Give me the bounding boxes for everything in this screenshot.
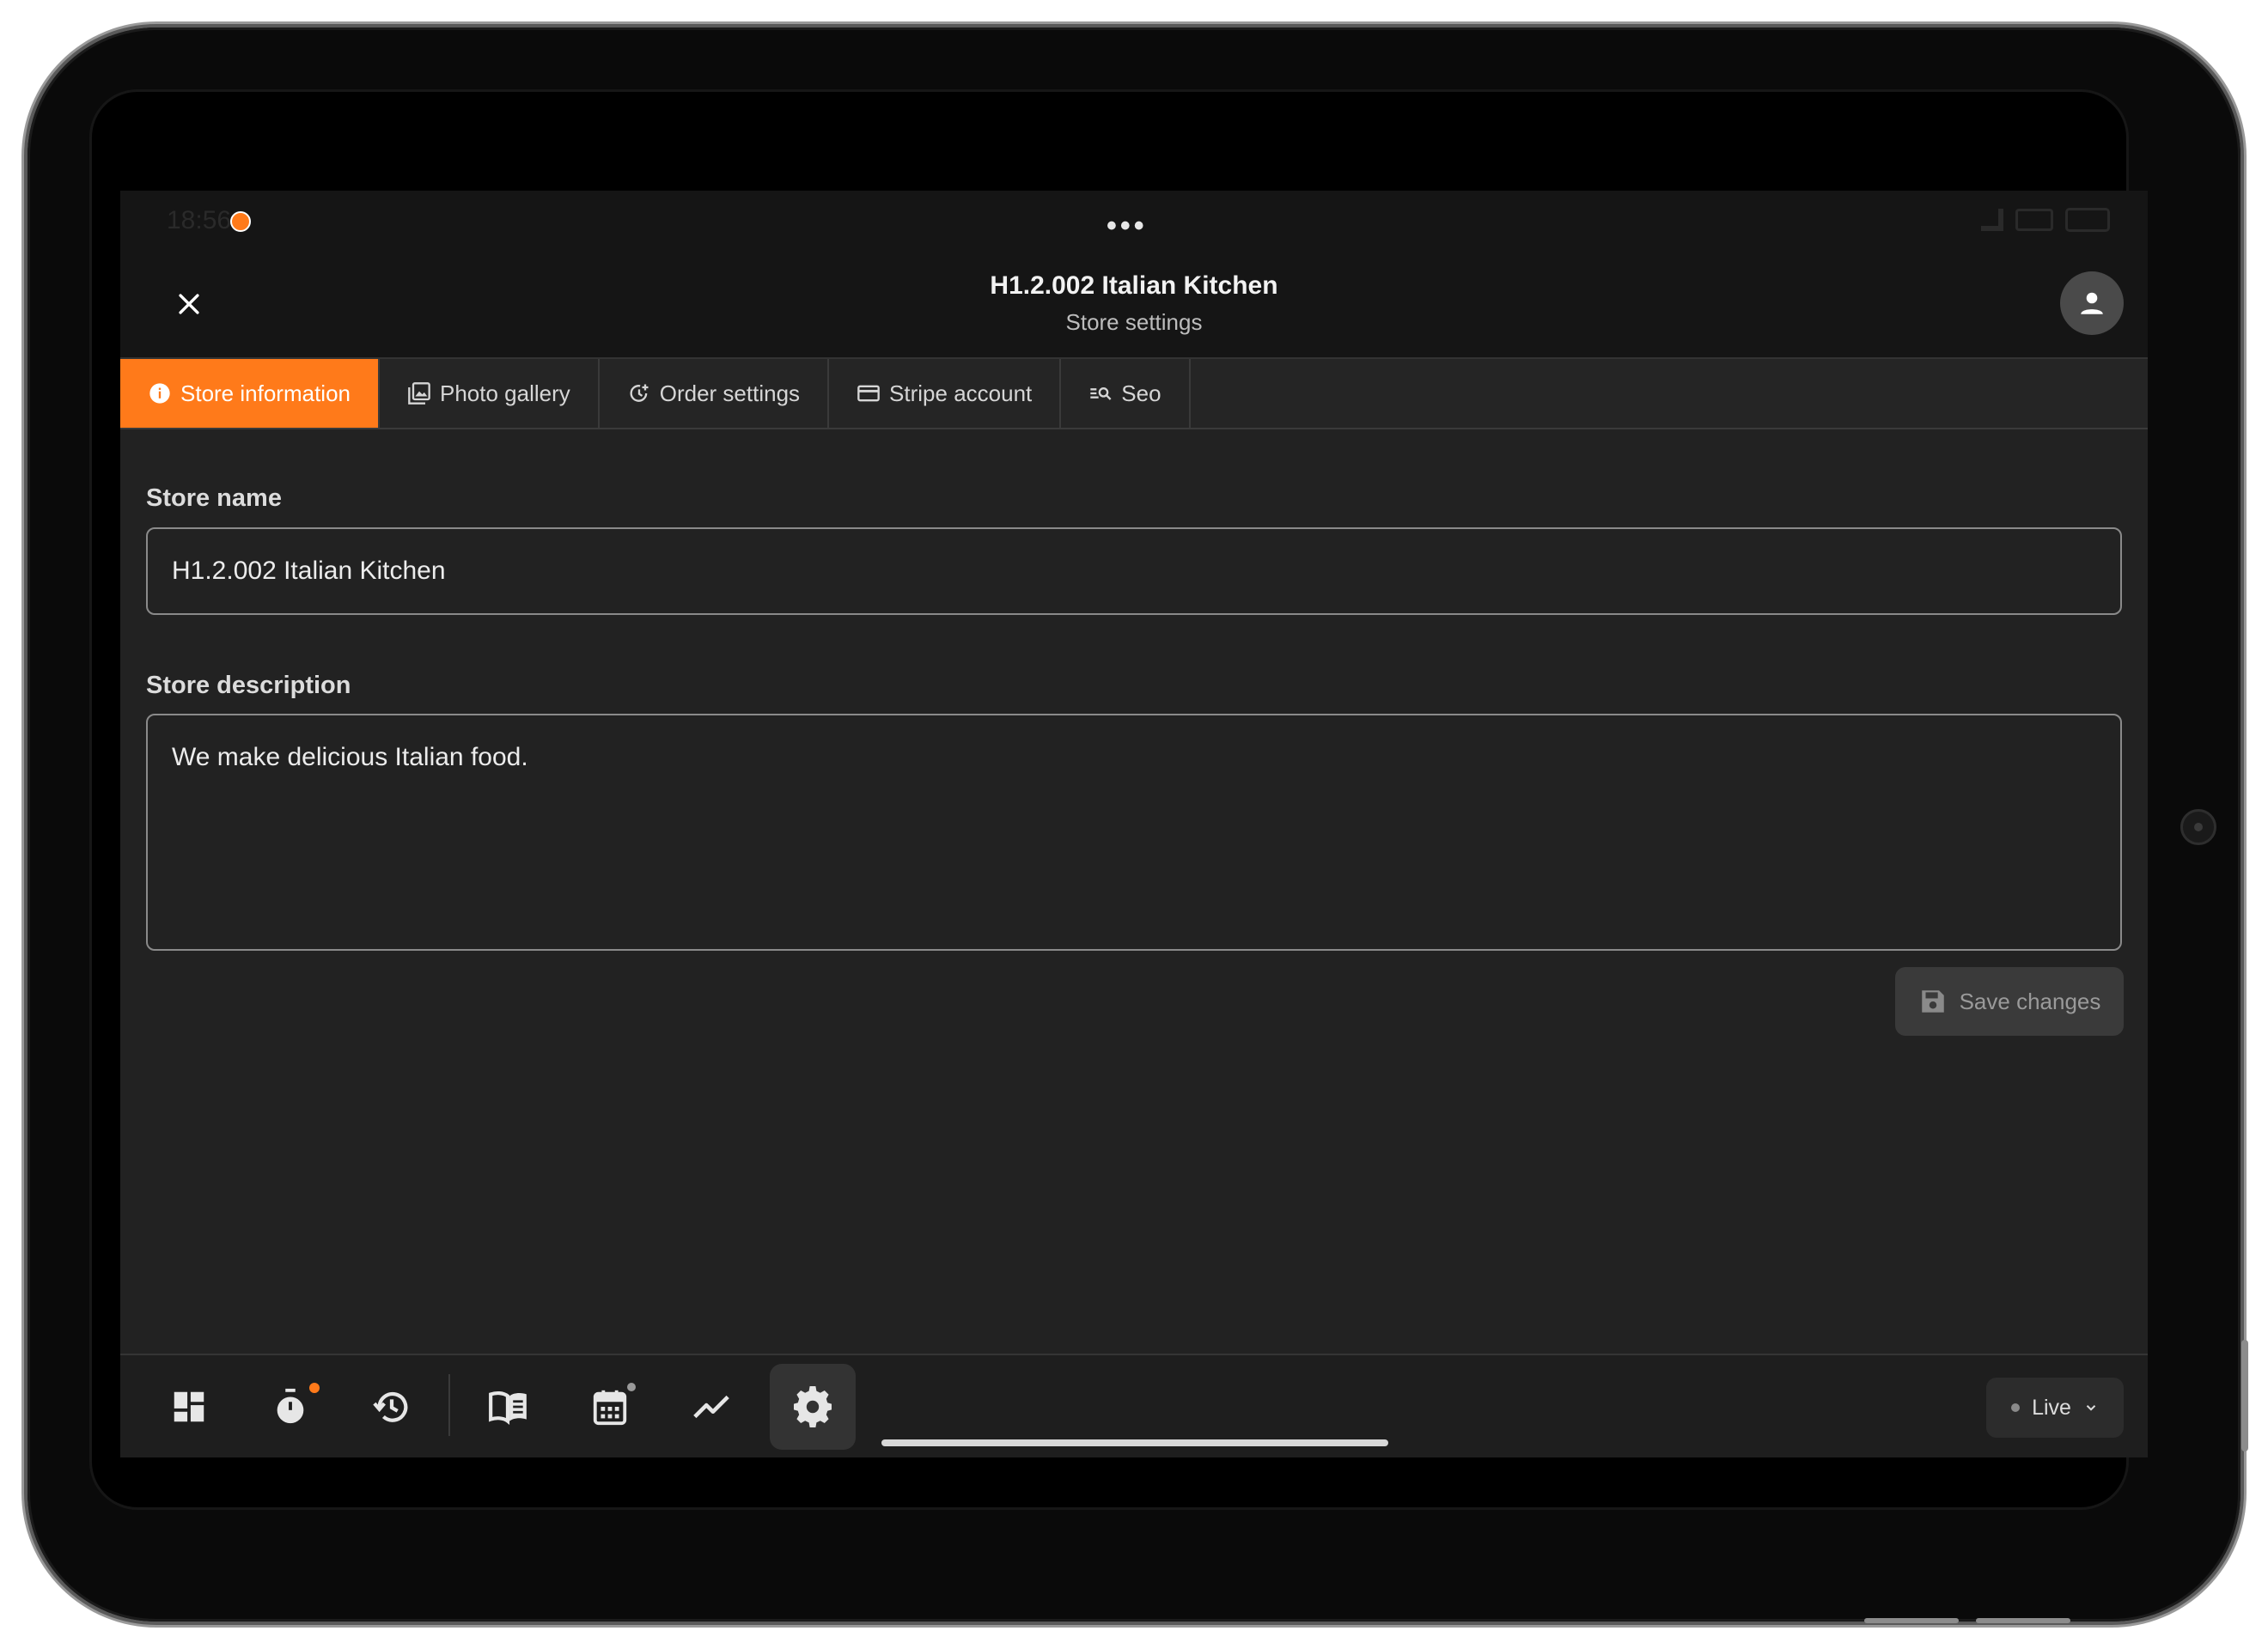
tab-seo[interactable]: Seo [1061, 359, 1191, 428]
tab-label: Photo gallery [439, 380, 570, 406]
settings-gear-icon [794, 1386, 832, 1427]
nav-history[interactable] [349, 1364, 435, 1450]
app-header: H1.2.002 Italian Kitchen Store settings [120, 253, 2148, 359]
dashboard-icon [174, 1391, 204, 1422]
avatar[interactable] [2060, 271, 2124, 335]
status-bar: 18:56 ••• [120, 191, 2148, 253]
search-list-icon [1090, 387, 1112, 400]
device-bottom-button-2 [1976, 1618, 2070, 1623]
status-dot-icon [2011, 1403, 2021, 1412]
photo-library-icon [408, 382, 430, 405]
signal-icon [1981, 209, 2003, 231]
credit-card-icon [857, 385, 880, 402]
nav-settings[interactable] [770, 1364, 856, 1450]
page-subtitle: Store settings [1065, 309, 1203, 335]
tab-order-settings[interactable]: Order settings [600, 359, 830, 428]
nav-dashboard[interactable] [146, 1364, 232, 1450]
page-title: H1.2.002 Italian Kitchen [990, 271, 1278, 300]
order-history-icon [630, 384, 649, 402]
nav-analytics[interactable] [668, 1364, 754, 1450]
app-screen: 18:56 ••• H1.2.002 Italian Kitchen Store… [120, 191, 2148, 1457]
tab-stripe-account[interactable]: Stripe account [829, 359, 1062, 428]
tab-label: Order settings [659, 380, 801, 406]
analytics-trend-icon [693, 1395, 729, 1419]
store-description-label: Store description [146, 672, 351, 699]
nav-timer[interactable] [247, 1364, 333, 1450]
status-icons [1981, 208, 2110, 232]
info-icon [149, 383, 170, 404]
status-time: 18:56 [167, 206, 232, 234]
history-icon [373, 1391, 408, 1422]
chevron-down-icon [2086, 1405, 2096, 1411]
device-bottom-button [1864, 1618, 1959, 1623]
battery-icon [2065, 208, 2110, 232]
tab-label: Store information [180, 380, 351, 406]
nav-calendar[interactable] [567, 1364, 653, 1450]
home-indicator[interactable] [881, 1439, 1388, 1446]
store-name-label: Store name [146, 484, 282, 512]
notification-dot-icon [230, 211, 251, 232]
calendar-icon [593, 1390, 627, 1426]
device-side-button [2241, 1340, 2248, 1451]
settings-tabs: Store information Photo gallery Order se… [120, 359, 2148, 429]
person-icon [2081, 292, 2103, 314]
nav-divider [448, 1374, 450, 1436]
wifi-icon [2015, 209, 2053, 231]
store-status-label: Live [2032, 1395, 2071, 1420]
tab-photo-gallery[interactable]: Photo gallery [380, 359, 600, 428]
timer-badge [309, 1383, 320, 1393]
multitasking-handle[interactable]: ••• [1107, 210, 1148, 243]
save-changes-button[interactable]: Save changes [1895, 967, 2124, 1036]
save-icon [1921, 990, 1944, 1013]
tab-label: Stripe account [889, 380, 1033, 406]
tab-label: Seo [1121, 380, 1161, 406]
menu-book-icon [489, 1390, 527, 1425]
save-button-label: Save changes [1959, 988, 2101, 1014]
store-status-dropdown[interactable]: Live [1986, 1378, 2124, 1438]
calendar-badge [627, 1383, 636, 1391]
store-name-input[interactable] [146, 527, 2122, 615]
store-description-textarea[interactable]: We make delicious Italian food. [146, 714, 2122, 951]
nav-menu[interactable] [466, 1364, 552, 1450]
tab-store-information[interactable]: Store information [120, 359, 380, 428]
timer-icon [277, 1388, 304, 1424]
front-camera [2180, 809, 2216, 845]
